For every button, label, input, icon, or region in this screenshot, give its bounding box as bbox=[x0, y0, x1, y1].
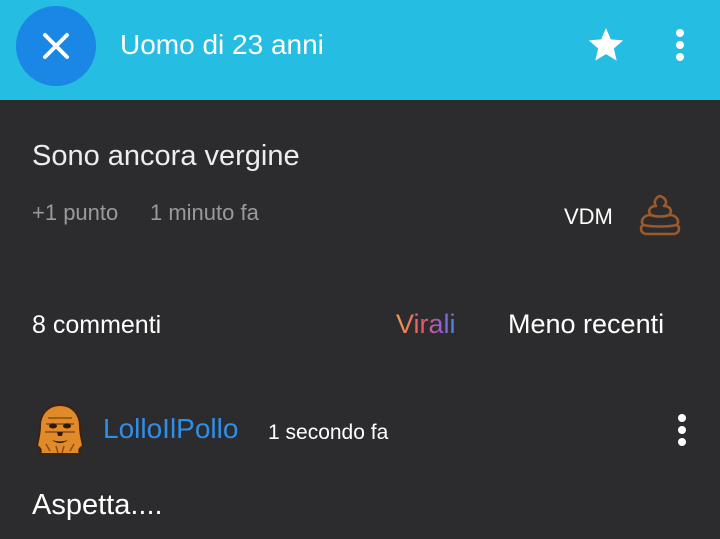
post-time: 1 minuto fa bbox=[150, 200, 259, 225]
comment-time: 1 secondo fa bbox=[268, 421, 389, 444]
poop-icon[interactable] bbox=[636, 190, 684, 238]
star-icon bbox=[588, 28, 624, 61]
tab-meno-recenti[interactable]: Meno recenti bbox=[508, 309, 664, 340]
more-vertical-icon bbox=[676, 29, 684, 61]
close-icon bbox=[43, 33, 69, 59]
comment-menu-button[interactable] bbox=[669, 410, 695, 450]
close-button[interactable] bbox=[16, 6, 96, 86]
comment-username[interactable]: LolloIlPollo bbox=[103, 413, 238, 445]
app-header: Uomo di 23 anni bbox=[0, 0, 720, 100]
favorite-button[interactable] bbox=[585, 24, 627, 66]
vdm-label[interactable]: VDM bbox=[564, 204, 613, 230]
comments-count: 8 commenti bbox=[32, 311, 162, 339]
wookiee-avatar-icon[interactable] bbox=[36, 404, 84, 456]
comment-text: Aspetta.... bbox=[32, 489, 163, 521]
post-text: Sono ancora vergine bbox=[32, 140, 300, 172]
header-menu-button[interactable] bbox=[667, 24, 693, 66]
post-points: +1 punto bbox=[32, 200, 119, 225]
more-vertical-icon bbox=[678, 414, 686, 446]
page-title: Uomo di 23 anni bbox=[120, 29, 324, 60]
tab-virali[interactable]: Virali bbox=[396, 309, 456, 340]
